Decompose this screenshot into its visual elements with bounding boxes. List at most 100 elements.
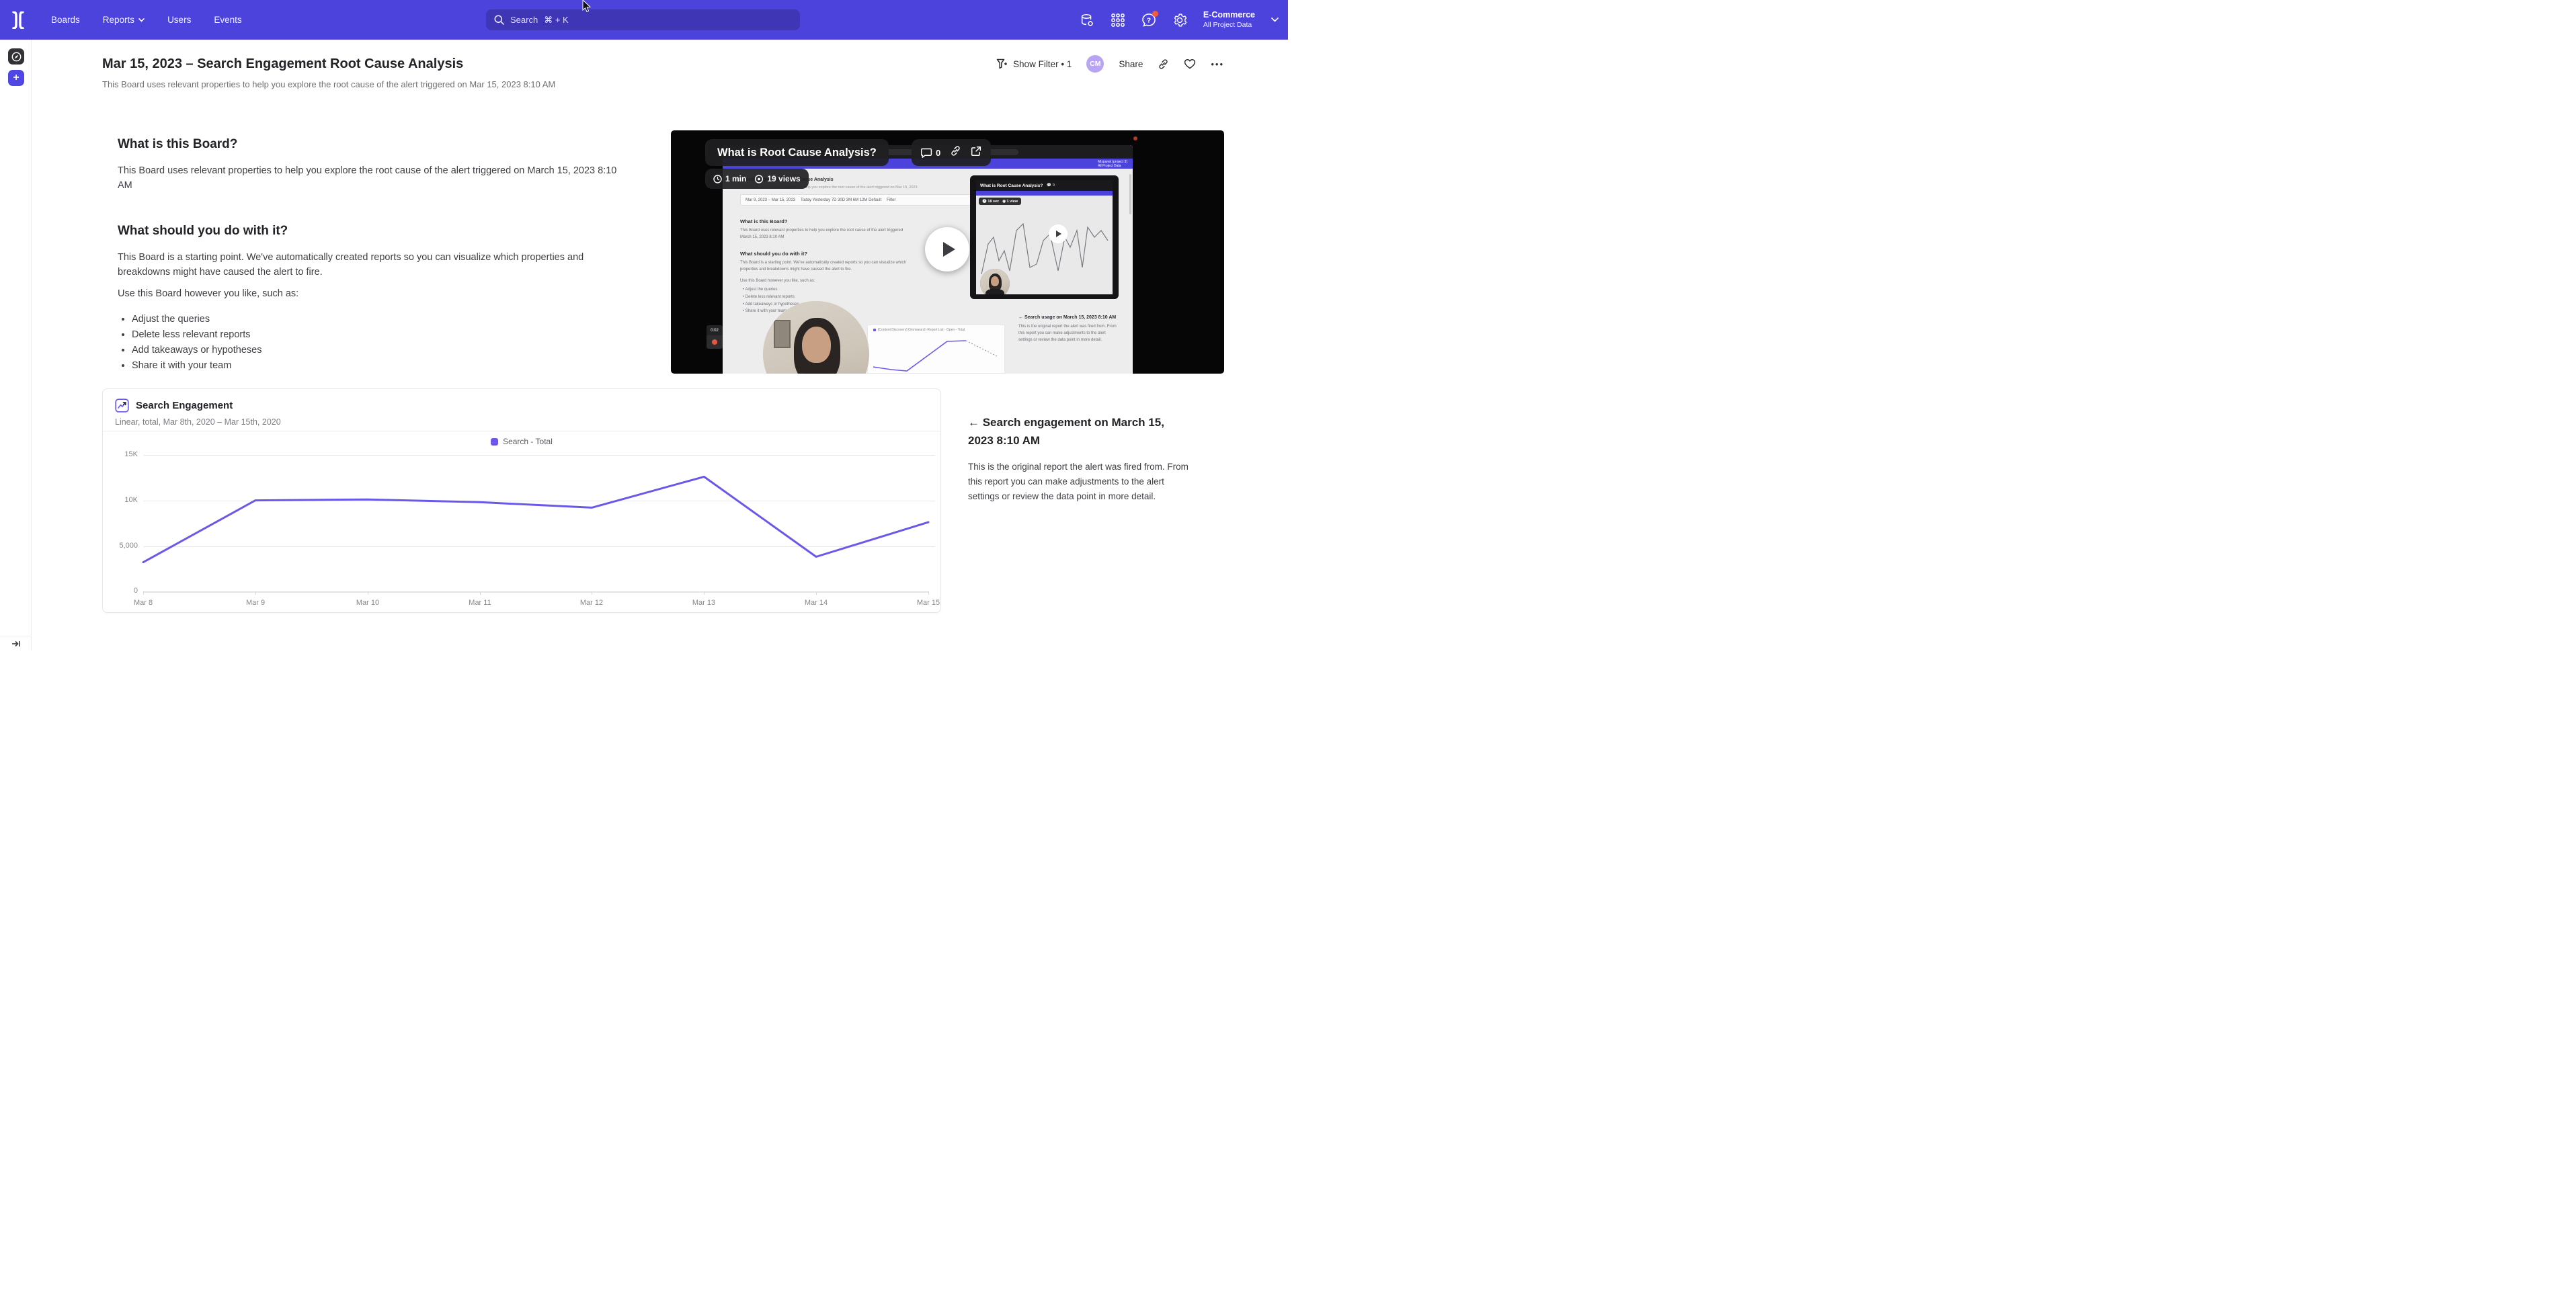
left-rail: +	[0, 40, 32, 650]
y-tick-label: 0	[106, 587, 138, 595]
nav-reports[interactable]: Reports	[103, 15, 145, 25]
video-player[interactable]: Mixpanel (project 3)All Project Data Sea…	[671, 130, 1224, 374]
project-switcher[interactable]: E-Commerce All Project Data	[1203, 10, 1255, 30]
video-comments-button[interactable]: 0	[921, 147, 940, 158]
list-item: Share it with your team	[132, 358, 625, 373]
favorite-button[interactable]	[1184, 58, 1196, 69]
nested-video-meta: 🕐 18 sec ◉ 1 view	[979, 198, 1021, 205]
annotation-block: ← Search engagement on March 15, 2023 8:…	[968, 413, 1190, 504]
presenter-webcam	[763, 301, 869, 374]
search-icon	[494, 15, 504, 25]
report-title[interactable]: Search Engagement	[136, 400, 233, 411]
legend-swatch	[491, 438, 498, 446]
eye-icon	[754, 175, 764, 183]
share-button[interactable]: Share	[1119, 59, 1143, 69]
annotation-body: This is the original report the alert wa…	[968, 460, 1190, 504]
annotation-title: ← Search engagement on March 15, 2023 8:…	[968, 413, 1190, 450]
video-title-overlay: What is Root Cause Analysis?	[705, 139, 889, 166]
heart-icon	[1184, 58, 1196, 69]
chart-legend[interactable]: Search - Total	[103, 437, 940, 446]
section-body-1: This Board uses relevant properties to h…	[118, 163, 625, 193]
x-tick-label: Mar 14	[796, 599, 836, 607]
nested-webcam	[980, 269, 1010, 294]
project-chevron-down-icon[interactable]	[1271, 17, 1279, 22]
x-tick-label: Mar 12	[571, 599, 612, 607]
create-new-button[interactable]: +	[8, 70, 24, 86]
intro-text-block: What is this Board? This Board uses rele…	[118, 137, 625, 374]
nav-users[interactable]: Users	[167, 15, 191, 25]
nested-play-button	[1049, 224, 1068, 243]
svg-text:?: ?	[1147, 16, 1151, 24]
data-management-icon[interactable]	[1080, 13, 1094, 28]
project-scope: All Project Data	[1203, 21, 1255, 30]
apps-grid-icon[interactable]	[1111, 13, 1125, 28]
plus-icon: +	[13, 72, 19, 84]
report-card-search-engagement: Search Engagement Linear, total, Mar 8th…	[102, 388, 941, 613]
list-item: Delete less relevant reports	[132, 327, 625, 342]
video-views: 19 views	[754, 174, 800, 183]
video-open-external-button[interactable]	[971, 146, 981, 160]
filter-plus-icon	[996, 58, 1008, 69]
usage-list: Adjust the queries Delete less relevant …	[132, 312, 625, 373]
primary-nav: Boards Reports Users Events	[51, 15, 242, 25]
y-tick-label: 5,000	[106, 542, 138, 550]
project-name: E-Commerce	[1203, 10, 1255, 21]
mini-line-chart: [Content Discovery] Omnisearch Report Li…	[867, 325, 1005, 374]
help-icon[interactable]: ?	[1141, 13, 1156, 28]
recording-stop-button	[707, 335, 723, 349]
avatar[interactable]: CM	[1086, 55, 1104, 73]
section-title-2: What should you do with it?	[118, 224, 625, 239]
search-shortcut: ⌘ + K	[544, 15, 569, 26]
list-item: Add takeaways or hypotheses	[132, 343, 625, 358]
link-icon	[1158, 58, 1169, 70]
nav-events[interactable]: Events	[214, 15, 241, 25]
nested-video-titlebar: What is Root Cause Analysis? 💬 0	[976, 180, 1113, 191]
section-body-2: This Board is a starting point. We've au…	[118, 250, 625, 280]
page-title: Mar 15, 2023 – Search Engagement Root Ca…	[102, 56, 463, 72]
play-icon	[943, 242, 955, 257]
notification-badge	[1152, 11, 1158, 17]
y-tick-label: 15K	[106, 450, 138, 458]
nav-boards[interactable]: Boards	[51, 15, 80, 25]
mixpanel-board-page: Boards Reports Users Events Search ⌘ + K…	[0, 0, 1288, 650]
discover-compass-button[interactable]	[8, 48, 24, 65]
x-tick-label: Mar 8	[123, 599, 163, 607]
recording-timer: 0:02	[707, 325, 723, 335]
video-copy-link-button[interactable]	[950, 145, 961, 160]
line-chart-icon	[115, 398, 129, 413]
expand-arrow-icon	[11, 640, 21, 648]
header-actions: Show Filter • 1 CM Share •••	[996, 55, 1224, 73]
play-button[interactable]	[925, 227, 969, 271]
x-tick-label: Mar 9	[235, 599, 276, 607]
video-actions-overlay: 0	[912, 139, 991, 166]
recording-widget: 0:02	[707, 325, 723, 349]
expand-sidebar-button[interactable]	[0, 636, 32, 650]
list-intro: Use this Board however you like, such as…	[118, 286, 625, 301]
recording-indicator-dot	[1133, 136, 1137, 140]
x-tick-label: Mar 11	[460, 599, 500, 607]
video-duration: 1 min	[713, 174, 746, 183]
search-input[interactable]: Search ⌘ + K	[486, 9, 800, 30]
report-subtitle: Linear, total, Mar 8th, 2020 – Mar 15th,…	[115, 417, 281, 427]
external-link-icon	[971, 146, 981, 157]
more-options-button[interactable]: •••	[1211, 59, 1224, 69]
gridline	[143, 455, 935, 456]
settings-gear-icon[interactable]	[1172, 13, 1187, 28]
page-subtitle: This Board uses relevant properties to h…	[102, 79, 555, 89]
x-axis	[143, 591, 928, 593]
search-label: Search	[510, 15, 538, 25]
video-meta-overlay: 1 min 19 views	[705, 169, 809, 189]
copy-link-button[interactable]	[1158, 58, 1169, 70]
gridline	[143, 546, 935, 547]
top-navbar: Boards Reports Users Events Search ⌘ + K…	[0, 0, 1288, 40]
x-tick-label: Mar 15	[908, 599, 949, 607]
navbar-right: ? E-Commerce All Project Data	[1080, 0, 1279, 40]
show-filter-button[interactable]: Show Filter • 1	[996, 58, 1072, 69]
mixpanel-logo-icon[interactable]	[5, 0, 31, 40]
link-icon	[950, 145, 961, 157]
nested-video-frame: What is Root Cause Analysis? 💬 0 🕐 18 se…	[970, 175, 1119, 299]
mini-scrollbar	[1129, 174, 1131, 214]
chevron-down-icon	[138, 18, 145, 22]
x-tick-label: Mar 10	[348, 599, 388, 607]
list-item: Adjust the queries	[132, 312, 625, 327]
